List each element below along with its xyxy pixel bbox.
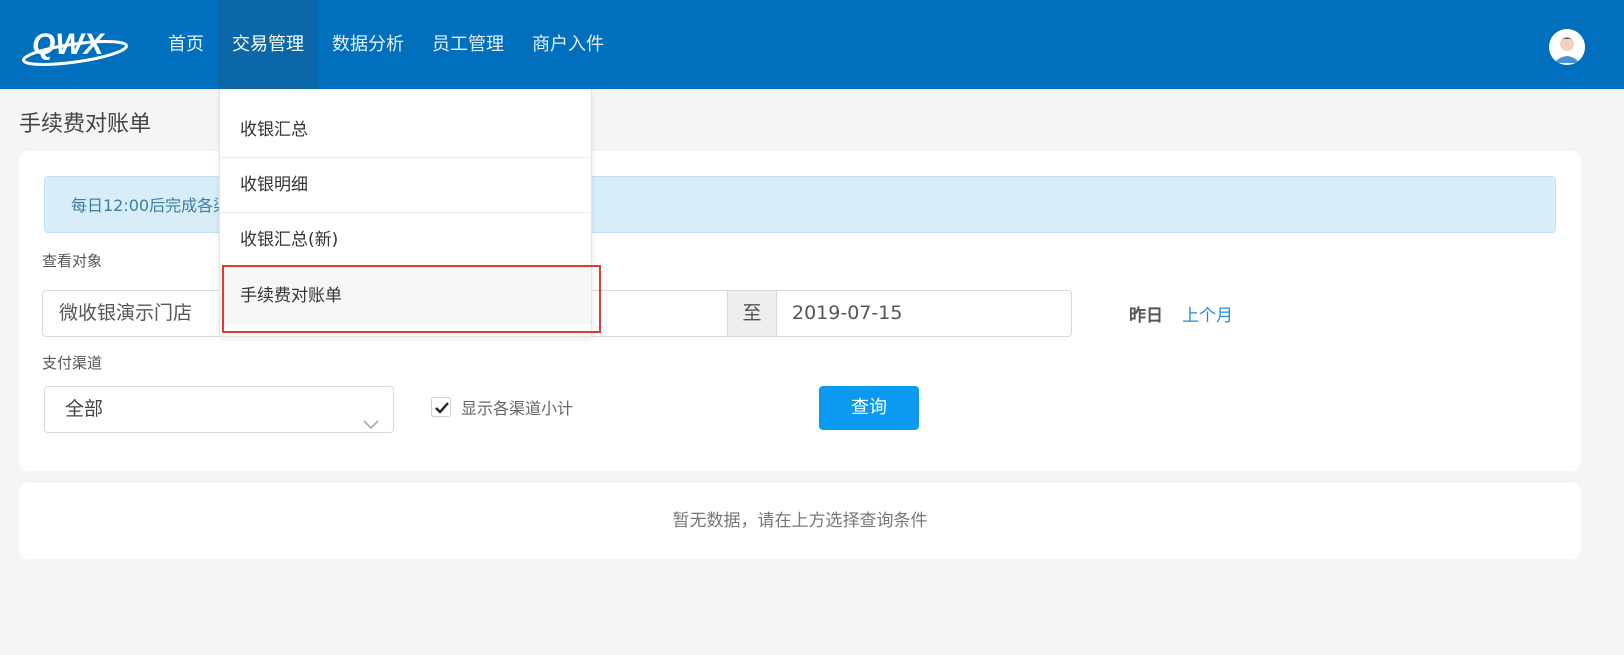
- menu-item-cashier-summary[interactable]: 收银汇总: [220, 103, 591, 158]
- channel-select-value: 全部: [65, 398, 104, 420]
- channel-label: 支付渠道: [42, 354, 103, 372]
- top-nav-bar: QWX 首页 交易管理 数据分析 员工管理 商户入件: [0, 0, 1624, 89]
- checkmark-icon: [435, 402, 449, 414]
- quick-yesterday-link[interactable]: 昨日: [1129, 301, 1163, 326]
- channel-select[interactable]: 全部: [44, 386, 394, 433]
- nav-transaction-management[interactable]: 交易管理: [218, 0, 318, 89]
- menu-item-cashier-summary-new[interactable]: 收银汇总(新): [220, 213, 591, 268]
- main-nav: 首页 交易管理 数据分析 员工管理 商户入件: [154, 0, 618, 89]
- nav-data-analysis[interactable]: 数据分析: [318, 0, 418, 89]
- nav-staff-management[interactable]: 员工管理: [418, 0, 518, 89]
- user-avatar-icon[interactable]: [1549, 29, 1585, 65]
- empty-state-text: 暂无数据，请在上方选择查询条件: [672, 511, 928, 531]
- subtotal-checkbox-label: 显示各渠道小计: [461, 399, 574, 418]
- logo-text: QWX: [32, 28, 106, 61]
- quick-last-month-link[interactable]: 上个月: [1182, 301, 1233, 326]
- result-panel: 暂无数据，请在上方选择查询条件: [19, 483, 1581, 559]
- nav-home[interactable]: 首页: [154, 0, 218, 89]
- subtotal-checkbox-row[interactable]: 显示各渠道小计: [431, 396, 573, 418]
- date-separator: 至: [727, 291, 777, 336]
- query-button[interactable]: 查询: [819, 386, 919, 430]
- subtotal-checkbox[interactable]: [431, 397, 451, 417]
- target-label: 查看对象: [42, 252, 103, 270]
- qwx-logo[interactable]: QWX: [20, 24, 130, 70]
- selection-highlight-box: [222, 265, 601, 333]
- nav-merchant-onboarding[interactable]: 商户入件: [518, 0, 618, 89]
- end-date-input[interactable]: 2019-07-15: [792, 291, 902, 336]
- page-title: 手续费对账单: [19, 112, 152, 137]
- chevron-down-icon: [363, 402, 379, 430]
- menu-item-cashier-details[interactable]: 收银明细: [220, 158, 591, 213]
